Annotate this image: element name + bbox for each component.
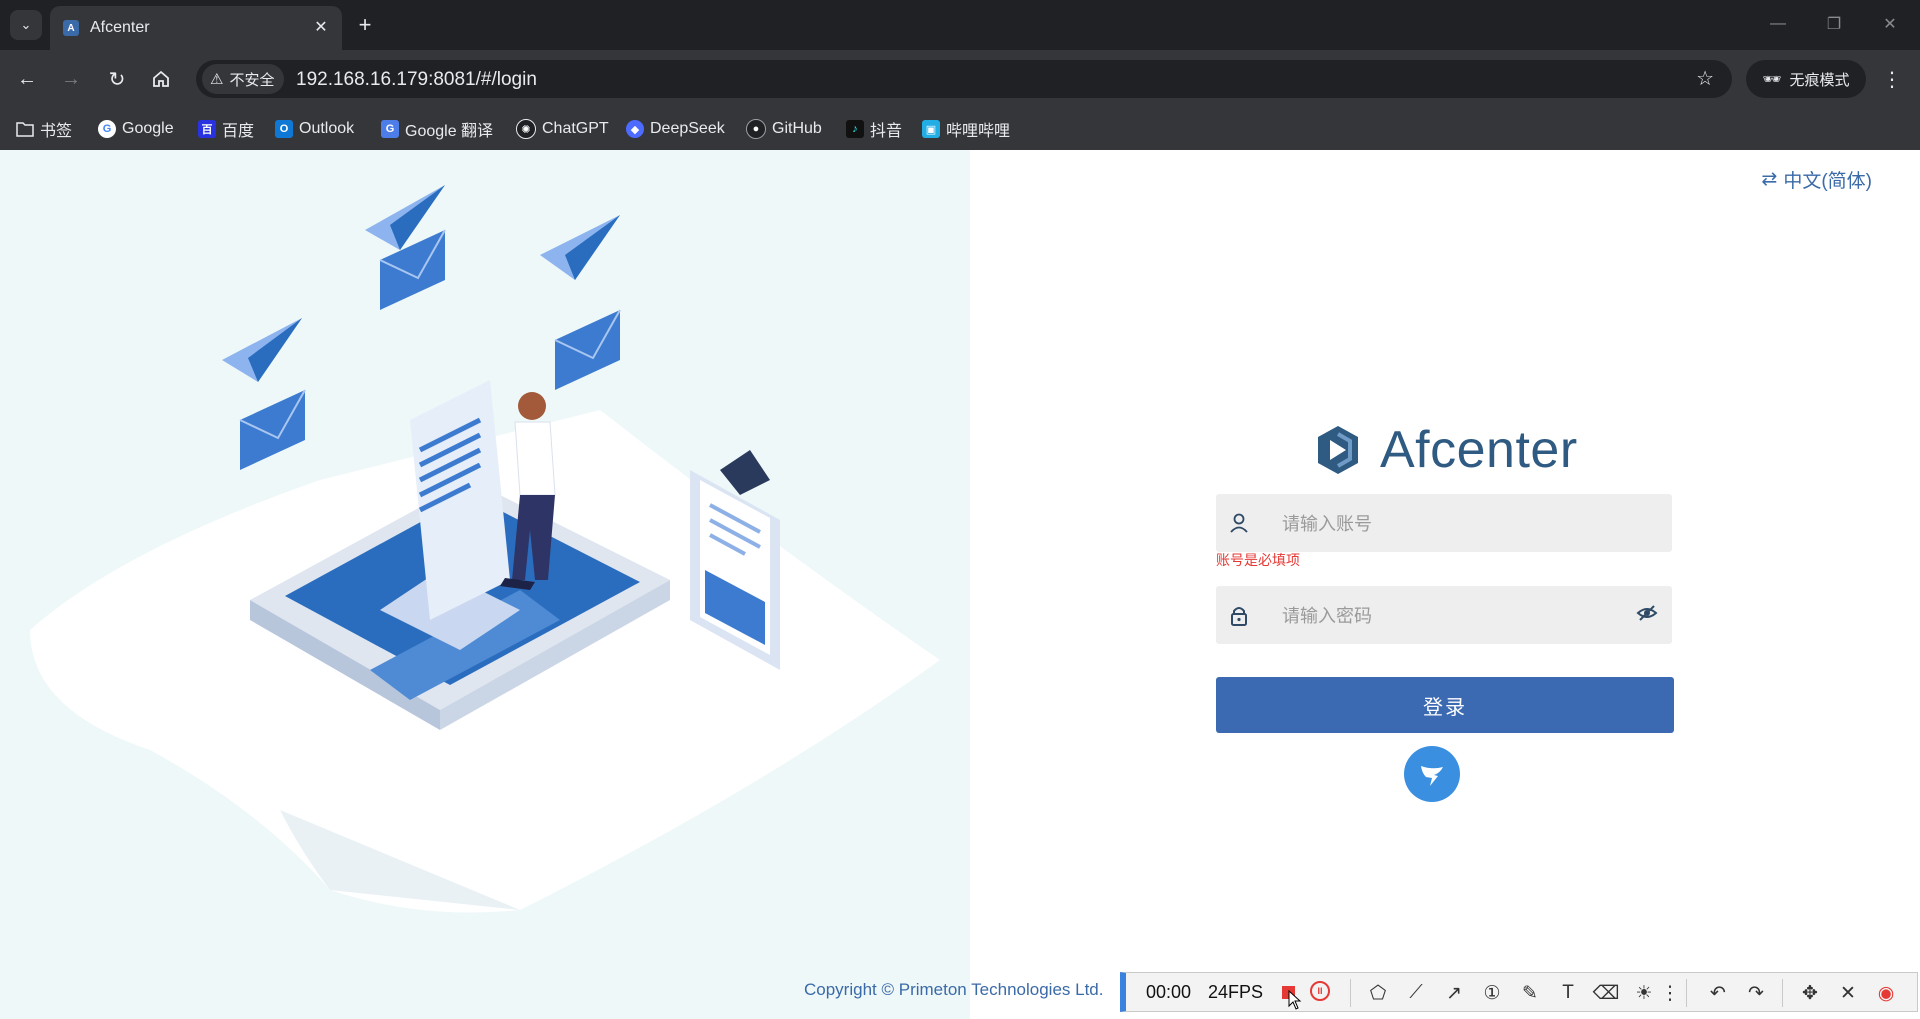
number-tool-icon[interactable]: ① — [1480, 981, 1504, 1005]
illustration-panel — [0, 150, 970, 1019]
pen-tool-icon[interactable]: ✎ — [1518, 981, 1542, 1005]
outlook-icon: O — [275, 120, 293, 138]
reload-icon[interactable]: ↻ — [102, 64, 132, 94]
bookmark-label: 抖音 — [870, 123, 903, 140]
bookmark-item[interactable]: 百 百度 — [198, 116, 254, 142]
account-input[interactable] — [1280, 494, 1624, 554]
douyin-icon: ♪ — [846, 120, 864, 138]
lock-icon — [1231, 607, 1247, 626]
redo-icon[interactable]: ↷ — [1744, 981, 1768, 1005]
warning-icon: ⚠ — [210, 71, 224, 88]
bookmark-item[interactable]: ◆ DeepSeek — [626, 116, 725, 142]
bookmark-label: Google — [122, 120, 174, 137]
text-tool-icon[interactable]: T — [1556, 981, 1580, 1005]
more-options-icon[interactable]: ⋮ — [1658, 981, 1682, 1005]
window-close-icon[interactable]: ✕ — [1870, 10, 1910, 38]
brand-logo: Afcenter — [1316, 420, 1578, 480]
user-icon — [1230, 513, 1248, 533]
bookmark-label: DeepSeek — [650, 120, 725, 137]
home-icon[interactable] — [146, 64, 176, 94]
new-tab-button[interactable]: + — [352, 12, 378, 38]
tab-search-button[interactable]: ⌄ — [10, 10, 42, 40]
move-icon[interactable]: ✥ — [1798, 981, 1822, 1005]
back-icon[interactable]: ← — [12, 64, 42, 94]
password-field[interactable] — [1216, 586, 1672, 646]
swap-icon: ⇄ — [1761, 169, 1778, 190]
password-input[interactable] — [1280, 586, 1624, 646]
language-switcher[interactable]: ⇄ 中文(简体) — [1761, 166, 1872, 193]
incognito-label: 无痕模式 — [1789, 71, 1850, 89]
bookmark-label: ChatGPT — [542, 120, 609, 137]
bookmark-star-icon[interactable]: ☆ — [1696, 66, 1714, 91]
login-page: ⇄ 中文(简体) Afcenter 账号是必填项 登录 — [0, 150, 1920, 1019]
account-field[interactable] — [1216, 494, 1672, 554]
bookmark-label: GitHub — [772, 120, 822, 137]
restore-icon[interactable]: ❐ — [1814, 10, 1854, 38]
polyline-tool-icon[interactable]: ⟋ — [1404, 981, 1428, 1005]
arrow-tool-icon[interactable]: ↗ — [1442, 981, 1466, 1005]
google-icon: G — [98, 120, 116, 138]
bookmark-label: Google 翻译 — [405, 123, 494, 140]
address-bar[interactable]: ⚠ 不安全 192.168.16.179:8081/#/login ☆ — [196, 60, 1732, 98]
incognito-badge[interactable]: 🕶 无痕模式 — [1746, 60, 1866, 98]
screen-recorder-toolbar: 00:00 24FPS II ⬠ ⟋ ↗ ① ✎ T ⌫ ☀ ⋮ ↶ ↷ ✥ ✕… — [1120, 972, 1918, 1012]
bookmark-item[interactable]: ● GitHub — [746, 116, 822, 142]
email-illustration — [30, 185, 940, 913]
security-label: 不安全 — [229, 71, 275, 89]
bookmark-label: Outlook — [299, 120, 355, 137]
dingtalk-login-button[interactable] — [1404, 746, 1460, 802]
toolbar-divider — [1350, 979, 1351, 1007]
minimize-icon[interactable]: — — [1758, 10, 1798, 38]
url-text[interactable]: 192.168.16.179:8081/#/login — [296, 69, 537, 91]
language-label: 中文(简体) — [1783, 171, 1872, 192]
record-icon[interactable]: ◉ — [1874, 981, 1898, 1005]
forward-icon[interactable]: → — [56, 64, 86, 94]
shape-tool-icon[interactable]: ⬠ — [1366, 981, 1390, 1005]
close-toolbar-icon[interactable]: ✕ — [1836, 981, 1860, 1005]
bookmarks-bar: 书签 G Google 百 百度 O Outlook G Google 翻译 ✺… — [0, 108, 1920, 151]
afcenter-logo-icon — [1318, 426, 1358, 474]
brand-name: Afcenter — [1380, 421, 1578, 479]
bookmark-label: 书签 — [40, 123, 73, 140]
folder-icon — [16, 122, 34, 137]
baidu-icon: 百 — [198, 120, 216, 138]
mouse-cursor-icon — [1288, 990, 1302, 1010]
login-button[interactable]: 登录 — [1216, 677, 1674, 733]
bookmark-item[interactable]: 书签 — [16, 116, 72, 142]
pause-recording-icon[interactable]: II — [1310, 981, 1330, 1001]
tab-title: Afcenter — [90, 19, 150, 36]
bookmark-item[interactable]: G Google 翻译 — [381, 116, 493, 142]
bookmark-item[interactable]: G Google — [98, 116, 174, 142]
recording-time: 00:00 — [1146, 982, 1192, 1002]
bookmark-item[interactable]: ♪ 抖音 — [846, 116, 902, 142]
incognito-icon: 🕶 — [1762, 71, 1782, 88]
browser-menu-icon[interactable]: ⋮ — [1880, 64, 1904, 94]
chatgpt-icon: ✺ — [516, 119, 536, 139]
github-icon: ● — [746, 119, 766, 139]
recording-fps: 24FPS — [1208, 982, 1264, 1002]
afcenter-favicon-icon: A — [63, 20, 79, 36]
bookmark-item[interactable]: ✺ ChatGPT — [516, 116, 609, 142]
toolbar-divider — [1686, 979, 1687, 1007]
tab-strip: ⌄ A Afcenter ✕ + — ❐ ✕ — [0, 0, 1920, 50]
tab-close-icon[interactable]: ✕ — [310, 16, 332, 38]
deepseek-icon: ◆ — [626, 120, 644, 138]
eye-slash-icon[interactable] — [1636, 602, 1658, 624]
security-chip[interactable]: ⚠ 不安全 — [202, 64, 285, 94]
bookmark-item[interactable]: O Outlook — [275, 116, 354, 142]
bilibili-icon: ▣ — [922, 120, 940, 138]
dingtalk-icon — [1421, 766, 1443, 786]
bookmark-item[interactable]: ▣ 哔哩哔哩 — [922, 116, 1010, 142]
google-translate-icon: G — [381, 120, 399, 138]
eraser-tool-icon[interactable]: ⌫ — [1593, 981, 1620, 1005]
copyright-text: Copyright © Primeton Technologies Ltd. — [804, 980, 1104, 999]
spotlight-tool-icon[interactable]: ☀ — [1632, 981, 1656, 1005]
toolbar-divider — [1782, 979, 1783, 1007]
undo-icon[interactable]: ↶ — [1706, 981, 1730, 1005]
account-error-message: 账号是必填项 — [1216, 552, 1300, 568]
bookmark-label: 哔哩哔哩 — [946, 123, 1011, 140]
bookmark-label: 百度 — [222, 123, 255, 140]
active-tab[interactable]: A Afcenter ✕ — [50, 6, 342, 50]
